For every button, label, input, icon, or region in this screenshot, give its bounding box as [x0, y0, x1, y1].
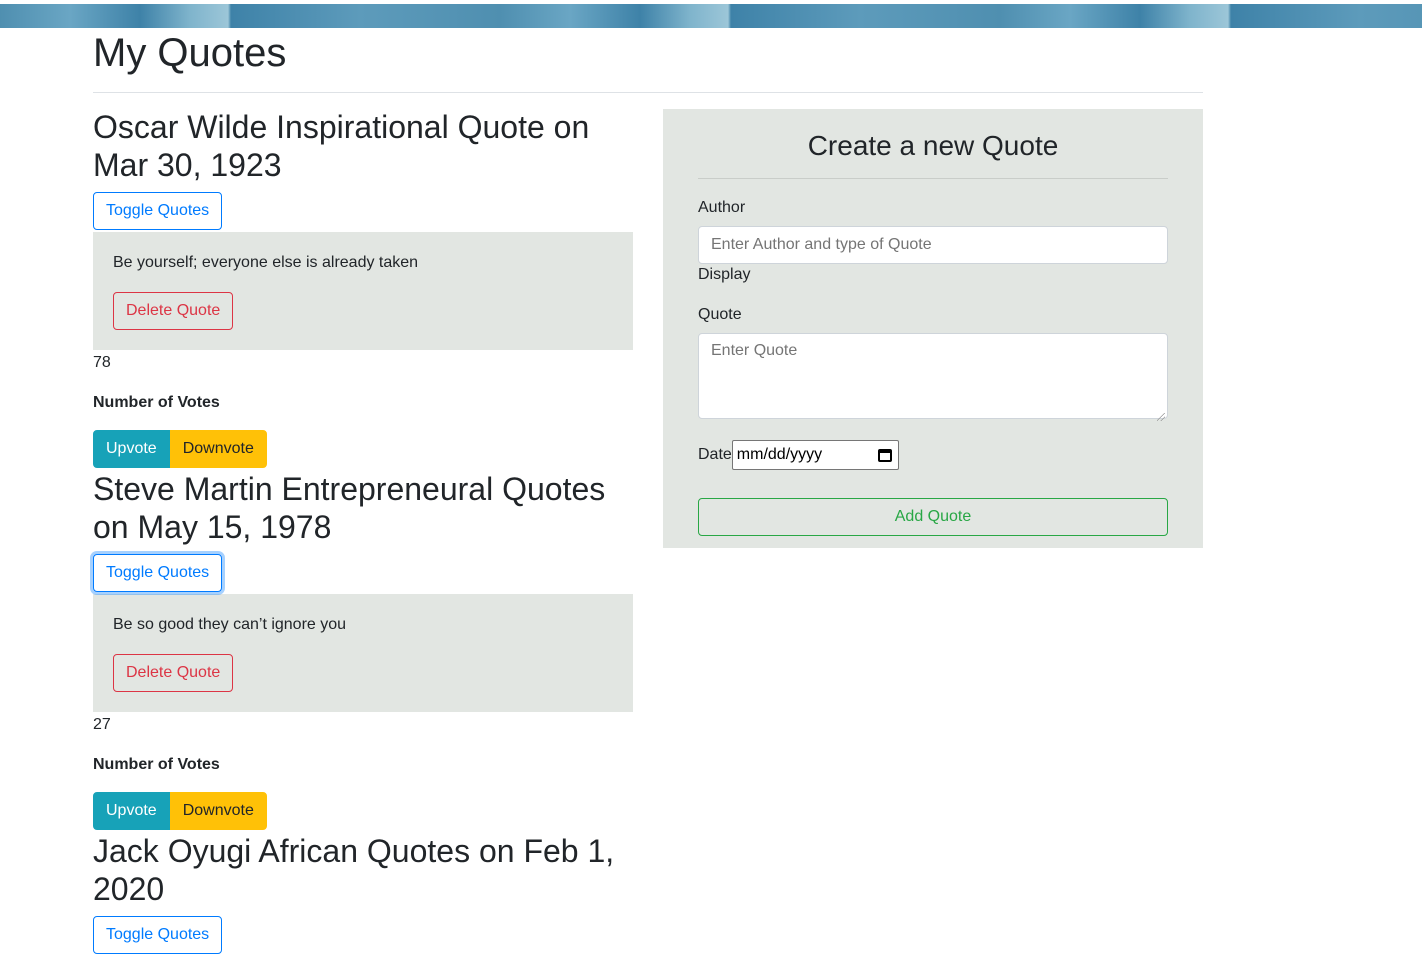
quote-title: Oscar Wilde Inspirational Quote on Mar 3… [93, 109, 590, 183]
title-divider [93, 92, 1203, 93]
vote-buttons: Upvote Downvote [93, 430, 633, 468]
votes-label: Number of Votes [93, 756, 220, 773]
delete-quote-button[interactable]: Delete Quote [113, 292, 234, 330]
header-banner-image [0, 0, 1422, 28]
page-title: My Quotes [93, 31, 287, 75]
vote-buttons: Upvote Downvote [93, 792, 633, 830]
downvote-button[interactable]: Downvote [169, 792, 267, 830]
quotes-list: Oscar Wilde Inspirational Quote on Mar 3… [93, 108, 633, 954]
toggle-quotes-button[interactable]: Toggle Quotes [93, 192, 223, 230]
calendar-icon[interactable] [877, 447, 893, 463]
delete-quote-button[interactable]: Delete Quote [113, 654, 234, 692]
resize-handle-icon[interactable] [1157, 413, 1165, 421]
author-input[interactable] [698, 226, 1168, 264]
votes-label: Number of Votes [93, 394, 220, 411]
date-row: Date mm/dd/yyyy [698, 440, 1168, 470]
quote-body: Be so good they can’t ignore you Delete … [93, 594, 633, 712]
date-input[interactable]: mm/dd/yyyy [731, 440, 899, 470]
quote-item: Steve Martin Entrepreneural Quotes on Ma… [93, 470, 633, 830]
add-quote-button[interactable]: Add Quote [698, 498, 1168, 536]
create-quote-form: Create a new Quote Author Display Quote … [663, 109, 1203, 548]
display-label: Display [698, 266, 751, 283]
quote-text: Be yourself; everyone else is already ta… [113, 254, 419, 271]
upvote-button[interactable]: Upvote [93, 430, 170, 468]
form-divider [698, 178, 1168, 179]
date-placeholder: mm/dd/yyyy [736, 446, 823, 463]
toggle-quotes-button[interactable]: Toggle Quotes [93, 916, 223, 954]
upvote-button[interactable]: Upvote [93, 792, 170, 830]
quote-title: Steve Martin Entrepreneural Quotes on Ma… [93, 471, 606, 545]
quote-textarea[interactable] [698, 333, 1168, 419]
quote-item: Oscar Wilde Inspirational Quote on Mar 3… [93, 108, 633, 468]
quote-title: Jack Oyugi African Quotes on Feb 1, 2020 [93, 833, 615, 907]
quote-label: Quote [698, 306, 742, 323]
downvote-button[interactable]: Downvote [169, 430, 267, 468]
toggle-quotes-button[interactable]: Toggle Quotes [93, 554, 223, 592]
form-title: Create a new Quote [807, 130, 1059, 161]
author-label: Author [698, 199, 746, 216]
date-label: Date [698, 446, 732, 463]
votes-count: 78 [93, 354, 111, 371]
votes-count: 27 [93, 716, 111, 733]
quote-item: Jack Oyugi African Quotes on Feb 1, 2020… [93, 832, 633, 954]
quote-text: Be so good they can’t ignore you [113, 616, 347, 633]
quote-body: Be yourself; everyone else is already ta… [93, 232, 633, 350]
